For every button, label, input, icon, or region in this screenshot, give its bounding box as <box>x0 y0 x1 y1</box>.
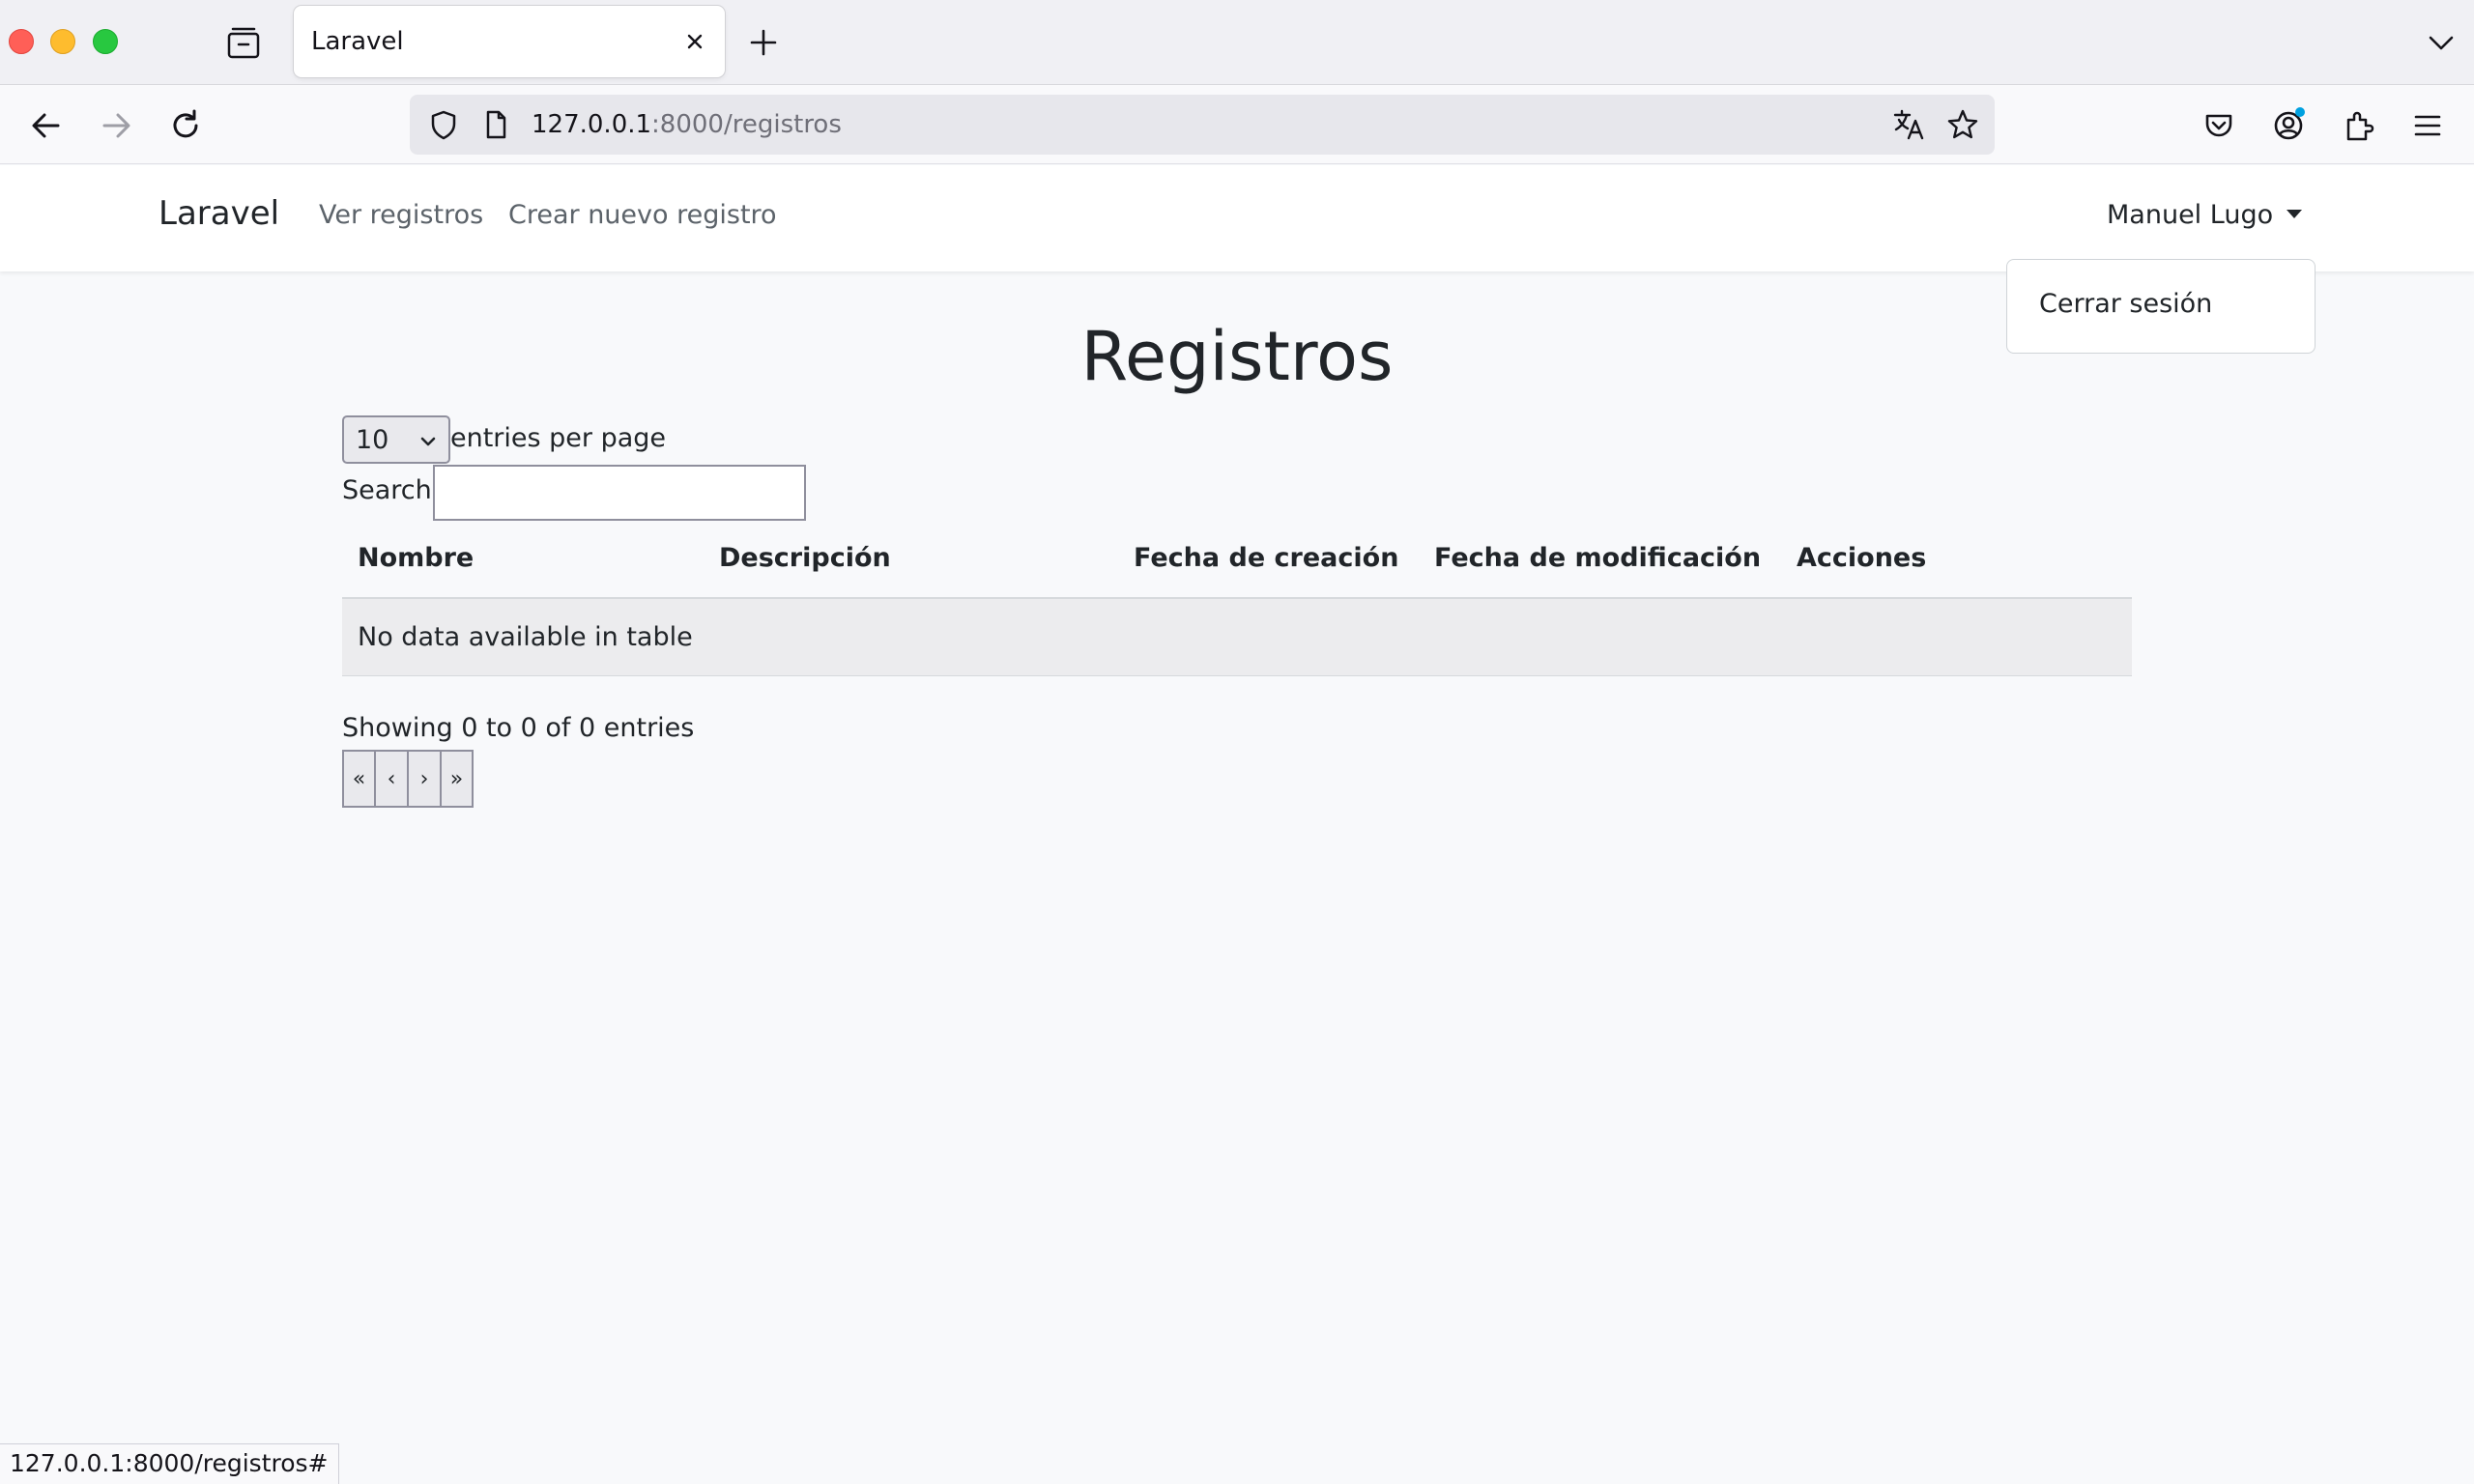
bookmark-star-icon[interactable] <box>1944 106 1981 143</box>
url-path: :8000/registros <box>651 110 842 139</box>
link-status-bar: 127.0.0.1:8000/registros# <box>0 1443 339 1484</box>
reload-icon[interactable] <box>166 106 205 145</box>
entries-per-page-select[interactable]: 10 <box>342 415 450 464</box>
page-title: Registros <box>1080 317 1394 396</box>
account-icon[interactable] <box>2269 106 2308 145</box>
nav-link-crear-registro[interactable]: Crear nuevo registro <box>508 200 777 230</box>
url-bar[interactable]: 127.0.0.1:8000/registros <box>410 95 1995 155</box>
url-host: 127.0.0.1 <box>532 110 652 139</box>
back-arrow-icon[interactable] <box>27 106 66 145</box>
empty-table-message: No data available in table <box>358 622 693 652</box>
forward-arrow-icon[interactable] <box>97 106 135 145</box>
menu-hamburger-icon[interactable] <box>2408 106 2447 145</box>
user-name: Manuel Lugo <box>2107 200 2274 230</box>
column-header-descripcion[interactable]: Descripción <box>719 543 891 573</box>
search-input[interactable] <box>433 465 806 521</box>
browser-tab-bar: Laravel <box>0 0 2474 85</box>
pagination: « ‹ › » <box>342 750 474 808</box>
tab-title: Laravel <box>311 27 404 56</box>
window-zoom-button[interactable] <box>93 29 118 54</box>
pagination-previous-button[interactable]: ‹ <box>375 750 408 808</box>
user-dropdown-toggle[interactable]: Manuel Lugo <box>2107 200 2303 230</box>
pagination-last-button[interactable]: » <box>441 750 474 808</box>
pagination-first-button[interactable]: « <box>342 750 375 808</box>
entries-per-page-value: 10 <box>356 425 389 455</box>
search-label: Search: <box>342 475 441 505</box>
pocket-icon[interactable] <box>2200 106 2238 145</box>
window-close-button[interactable] <box>9 29 34 54</box>
column-header-acciones[interactable]: Acciones <box>1797 543 1926 573</box>
column-header-fecha-modificacion[interactable]: Fecha de modificación <box>1434 543 1761 573</box>
page-icon[interactable] <box>477 106 514 143</box>
table-info: Showing 0 to 0 of 0 entries <box>342 713 695 743</box>
browser-tab-active[interactable]: Laravel <box>294 6 725 77</box>
url-text[interactable]: 127.0.0.1:8000/registros <box>532 110 842 139</box>
extensions-icon[interactable] <box>2339 106 2377 145</box>
pagination-next-button[interactable]: › <box>408 750 441 808</box>
tab-overview-icon[interactable] <box>224 25 263 60</box>
chevron-down-icon <box>417 431 439 452</box>
chevron-down-icon[interactable] <box>2424 25 2459 60</box>
entries-per-page-label: entries per page <box>450 423 667 453</box>
table-row: No data available in table <box>342 599 2132 676</box>
column-header-nombre[interactable]: Nombre <box>358 543 474 573</box>
close-icon[interactable] <box>680 27 709 56</box>
browser-toolbar: 127.0.0.1:8000/registros <box>0 85 2474 164</box>
caret-down-icon <box>2287 210 2303 218</box>
new-tab-plus-icon[interactable] <box>746 25 781 60</box>
column-header-fecha-creacion[interactable]: Fecha de creación <box>1134 543 1398 573</box>
shield-icon[interactable] <box>425 106 462 143</box>
logout-menu-item[interactable]: Cerrar sesión <box>2039 289 2212 319</box>
app-navbar: Laravel Ver registros Crear nuevo regist… <box>0 165 2474 271</box>
window-minimize-button[interactable] <box>50 29 75 54</box>
navbar-brand[interactable]: Laravel <box>158 194 279 233</box>
nav-link-ver-registros[interactable]: Ver registros <box>319 200 483 230</box>
translate-icon[interactable] <box>1890 106 1927 143</box>
